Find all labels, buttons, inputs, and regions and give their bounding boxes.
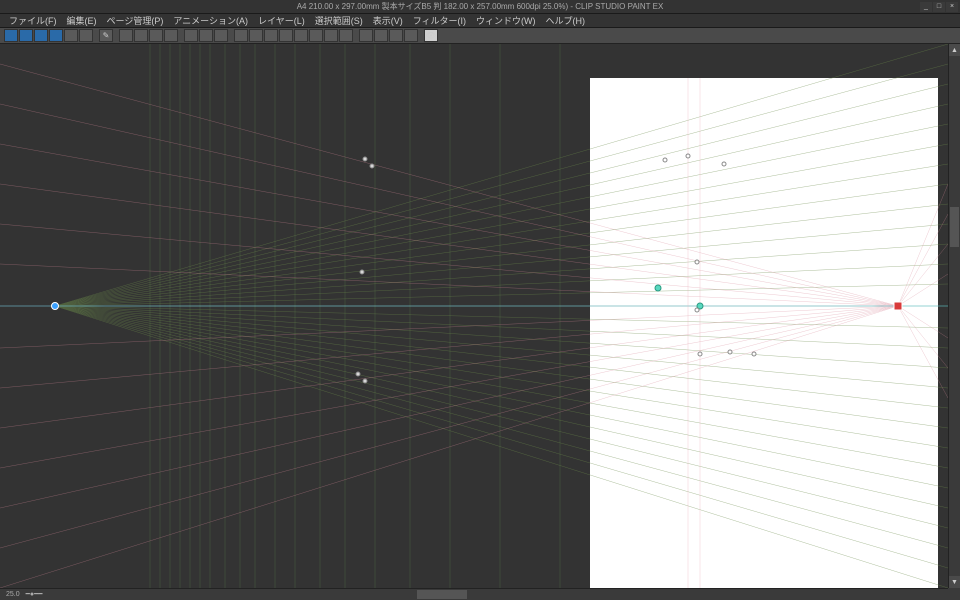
- tool-save-icon[interactable]: [34, 29, 48, 42]
- close-button[interactable]: ×: [946, 2, 958, 12]
- tool-undo-icon[interactable]: [64, 29, 78, 42]
- scrollbar-thumb[interactable]: [417, 590, 467, 599]
- scrollbar-corner: [948, 588, 960, 600]
- menu-filter[interactable]: フィルター(I): [408, 14, 471, 27]
- ruler-handle[interactable]: [728, 350, 733, 355]
- zoom-slider-icon[interactable]: ━●━━: [26, 590, 43, 598]
- tool-view-icon[interactable]: 👁: [424, 29, 438, 42]
- tool-paste-icon[interactable]: [164, 29, 178, 42]
- vertical-scrollbar[interactable]: ▲ ▼: [948, 44, 960, 588]
- tool-open-icon[interactable]: [19, 29, 33, 42]
- ruler-handle[interactable]: [686, 154, 691, 159]
- menu-view[interactable]: 表示(V): [368, 14, 408, 27]
- ruler-center-handle[interactable]: [655, 285, 662, 292]
- ruler-handle[interactable]: [695, 260, 700, 265]
- tool-snap7-icon[interactable]: [324, 29, 338, 42]
- tool-snap3-icon[interactable]: [264, 29, 278, 42]
- ruler-handle[interactable]: [663, 158, 668, 163]
- canvas-area[interactable]: [0, 44, 948, 588]
- canvas-page: [590, 78, 938, 588]
- tool-grid1-icon[interactable]: [359, 29, 373, 42]
- tool-clear-icon[interactable]: ✎: [99, 29, 113, 42]
- tool-grid4-icon[interactable]: [404, 29, 418, 42]
- menu-layer[interactable]: レイヤー(L): [253, 14, 310, 27]
- menu-select[interactable]: 選択範囲(S): [310, 14, 368, 27]
- menu-help[interactable]: ヘルプ(H): [541, 14, 591, 27]
- main-toolbar: ✎ 👁: [0, 28, 960, 44]
- ruler-handle[interactable]: [695, 308, 700, 313]
- tool-redo-icon[interactable]: [79, 29, 93, 42]
- minimize-button[interactable]: _: [920, 2, 932, 12]
- menu-edit[interactable]: 編集(E): [62, 14, 102, 27]
- scroll-up-icon[interactable]: ▲: [949, 44, 960, 56]
- tool-scale-icon[interactable]: [184, 29, 198, 42]
- menu-page[interactable]: ページ管理(P): [102, 14, 169, 27]
- ruler-handle[interactable]: [370, 164, 375, 169]
- tool-grid3-icon[interactable]: [389, 29, 403, 42]
- status-bar: 25.0 ━●━━: [0, 588, 49, 600]
- tool-snap8-icon[interactable]: [339, 29, 353, 42]
- ruler-handle[interactable]: [752, 352, 757, 357]
- tool-cut-icon[interactable]: [134, 29, 148, 42]
- vanishing-point-right[interactable]: [894, 302, 903, 311]
- tool-copy-icon[interactable]: [149, 29, 163, 42]
- tool-delete-icon[interactable]: [119, 29, 133, 42]
- title-bar: A4 210.00 x 297.00mm 製本サイズB5 判 182.00 x …: [0, 0, 960, 14]
- ruler-handle[interactable]: [363, 379, 368, 384]
- tool-snap4-icon[interactable]: [279, 29, 293, 42]
- zoom-value: 25.0: [6, 591, 20, 598]
- tool-snap6-icon[interactable]: [309, 29, 323, 42]
- tool-snap5-icon[interactable]: [294, 29, 308, 42]
- ruler-handle[interactable]: [356, 372, 361, 377]
- window-title: A4 210.00 x 297.00mm 製本サイズB5 判 182.00 x …: [297, 1, 664, 12]
- horizontal-scrollbar[interactable]: 25.0 ━●━━: [0, 588, 948, 600]
- vanishing-point-left[interactable]: [51, 302, 59, 310]
- menu-file[interactable]: ファイル(F): [4, 14, 62, 27]
- ruler-handle[interactable]: [360, 270, 365, 275]
- menu-window[interactable]: ウィンドウ(W): [471, 14, 541, 27]
- ruler-handle[interactable]: [698, 352, 703, 357]
- scrollbar-thumb[interactable]: [950, 207, 959, 247]
- menu-bar: ファイル(F) 編集(E) ページ管理(P) アニメーション(A) レイヤー(L…: [0, 14, 960, 28]
- tool-grid2-icon[interactable]: [374, 29, 388, 42]
- tool-snap2-icon[interactable]: [249, 29, 263, 42]
- tool-new-icon[interactable]: [4, 29, 18, 42]
- maximize-button[interactable]: □: [933, 2, 945, 12]
- ruler-handle[interactable]: [722, 162, 727, 167]
- scroll-down-icon[interactable]: ▼: [949, 576, 960, 588]
- tool-saveall-icon[interactable]: [49, 29, 63, 42]
- menu-animation[interactable]: アニメーション(A): [168, 14, 253, 27]
- ruler-handle[interactable]: [363, 157, 368, 162]
- tool-snap1-icon[interactable]: [234, 29, 248, 42]
- tool-rotate-icon[interactable]: [199, 29, 213, 42]
- tool-flip-icon[interactable]: [214, 29, 228, 42]
